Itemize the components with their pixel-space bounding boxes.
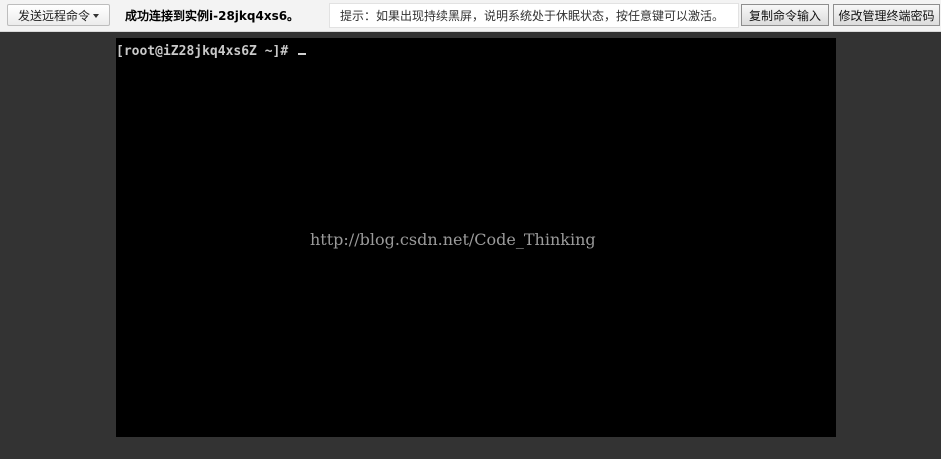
console-area: [root@iZ28jkq4xs6Z ~]# http://blog.csdn.… bbox=[0, 32, 941, 459]
send-remote-command-label: 发送远程命令 bbox=[17, 8, 90, 23]
toolbar: 发送远程命令 成功连接到实例i-28jkq4xs6。 提示：如果出现持续黑屏，说… bbox=[0, 0, 941, 32]
chevron-down-icon bbox=[93, 14, 99, 18]
watermark: http://blog.csdn.net/Code_Thinking bbox=[310, 230, 596, 249]
hint-message: 提示：如果出现持续黑屏，说明系统处于休眠状态，按任意键可以激活。 bbox=[329, 3, 739, 28]
send-remote-command-dropdown[interactable]: 发送远程命令 bbox=[7, 4, 110, 26]
terminal-screen[interactable]: [root@iZ28jkq4xs6Z ~]# http://blog.csdn.… bbox=[116, 38, 836, 437]
change-terminal-password-button[interactable]: 修改管理终端密码 bbox=[833, 4, 940, 26]
terminal-prompt-line: [root@iZ28jkq4xs6Z ~]# bbox=[116, 44, 307, 59]
connection-status: 成功连接到实例i-28jkq4xs6。 bbox=[125, 9, 300, 23]
copy-command-input-button[interactable]: 复制命令输入 bbox=[741, 4, 829, 26]
terminal-prompt: [root@iZ28jkq4xs6Z ~]# bbox=[116, 44, 297, 59]
terminal-cursor bbox=[298, 53, 307, 55]
hint-text: 提示：如果出现持续黑屏，说明系统处于休眠状态，按任意键可以激活。 bbox=[340, 9, 725, 23]
